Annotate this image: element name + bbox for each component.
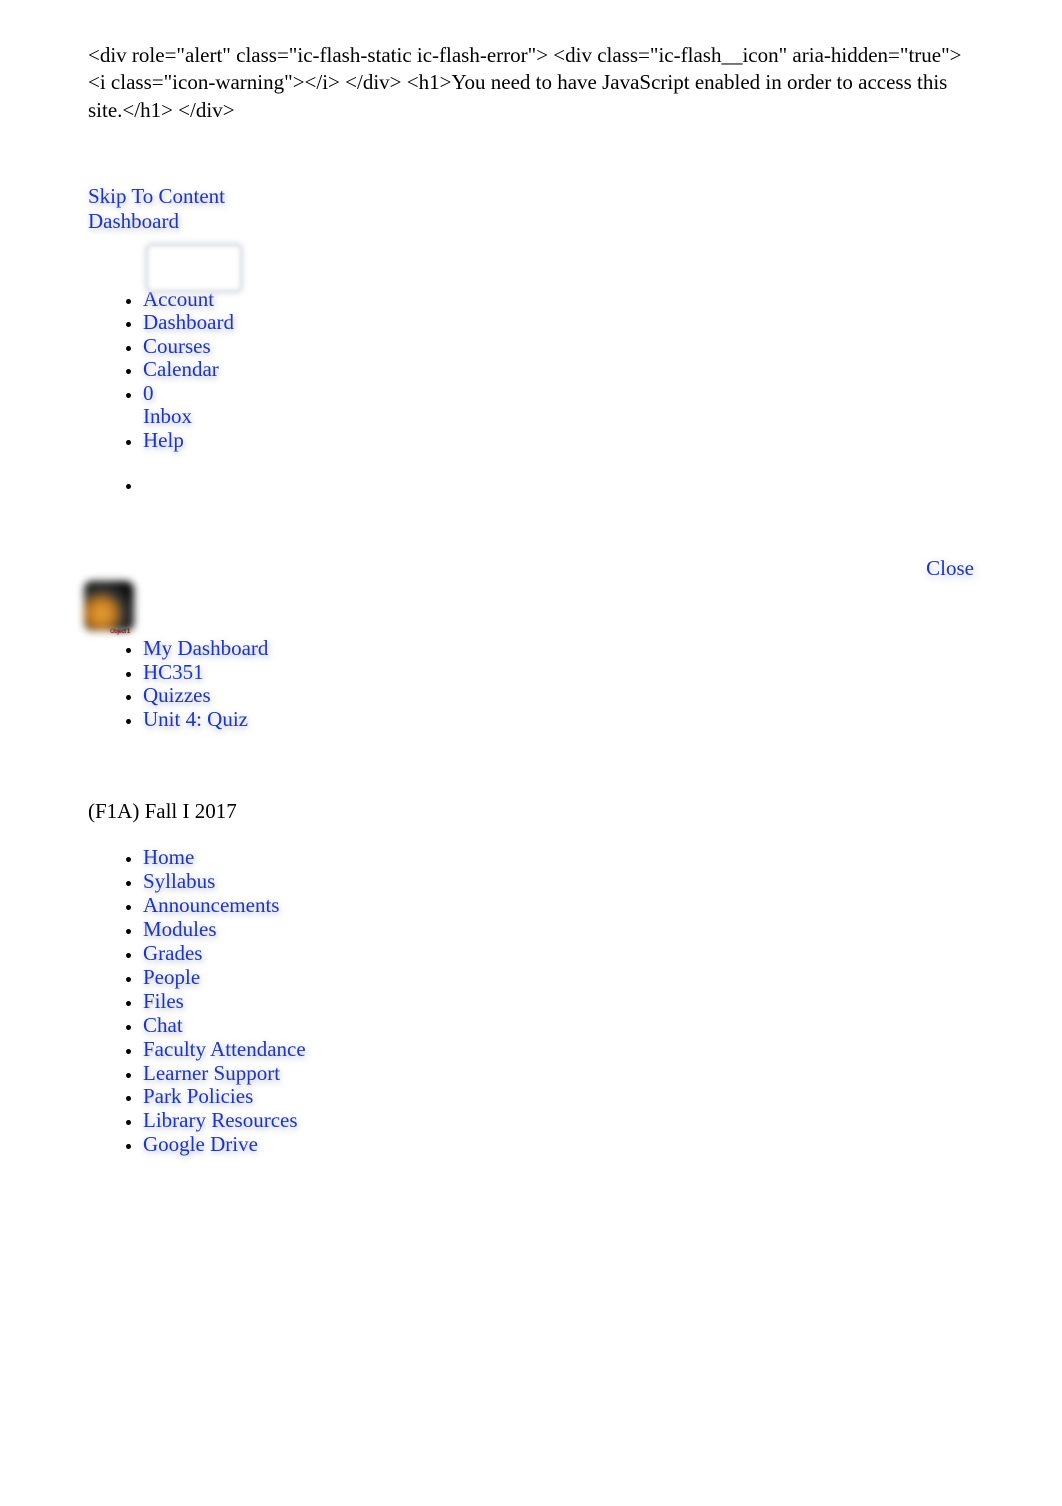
course-nav-item-announcements[interactable]: Announcements: [143, 894, 974, 918]
breadcrumb: My Dashboard HC351 Quizzes Unit 4: Quiz: [88, 637, 974, 731]
grades-link[interactable]: Grades: [143, 941, 202, 965]
course-nav-item-modules[interactable]: Modules: [143, 918, 974, 942]
logo-object-label: Object 1: [110, 629, 974, 635]
course-nav-item-files[interactable]: Files: [143, 990, 974, 1014]
modules-link[interactable]: Modules: [143, 917, 217, 941]
calendar-link[interactable]: Calendar: [143, 357, 219, 381]
quiz-name-link[interactable]: Unit 4: Quiz: [143, 707, 248, 731]
breadcrumb-item-mydashboard[interactable]: My Dashboard: [143, 637, 974, 661]
course-nav-item-learnersupport[interactable]: Learner Support: [143, 1062, 974, 1086]
files-link[interactable]: Files: [143, 989, 184, 1013]
course-nav-list: Home Syllabus Announcements Modules Grad…: [88, 846, 974, 1157]
raw-html-source: <div role="alert" class="ic-flash-static…: [88, 42, 974, 124]
empty-list-item: [143, 473, 974, 497]
empty-nav-list: [88, 473, 974, 497]
course-nav-item-parkpolicies[interactable]: Park Policies: [143, 1085, 974, 1109]
global-nav-item-account[interactable]: Account: [143, 244, 974, 312]
course-nav-item-libraryresources[interactable]: Library Resources: [143, 1109, 974, 1133]
institution-logo-icon: [84, 581, 134, 631]
global-nav-item-help[interactable]: Help: [143, 429, 974, 453]
avatar-placeholder-icon: [146, 244, 242, 292]
home-link[interactable]: Home: [143, 845, 194, 869]
course-code-link[interactable]: HC351: [143, 660, 204, 684]
inbox-count-link[interactable]: 0: [143, 381, 154, 405]
breadcrumb-item-quizzes[interactable]: Quizzes: [143, 684, 974, 708]
course-nav-item-people[interactable]: People: [143, 966, 974, 990]
inbox-link[interactable]: Inbox: [143, 404, 192, 428]
term-label: (F1A) Fall I 2017: [88, 799, 974, 824]
google-drive-link[interactable]: Google Drive: [143, 1132, 258, 1156]
learner-support-link[interactable]: Learner Support: [143, 1061, 280, 1085]
course-nav-item-facultyattendance[interactable]: Faculty Attendance: [143, 1038, 974, 1062]
courses-link[interactable]: Courses: [143, 334, 211, 358]
global-nav-item-dashboard[interactable]: Dashboard: [143, 311, 974, 335]
people-link[interactable]: People: [143, 965, 200, 989]
breadcrumb-item-course[interactable]: HC351: [143, 661, 974, 685]
chat-link[interactable]: Chat: [143, 1013, 183, 1037]
course-nav-item-home[interactable]: Home: [143, 846, 974, 870]
dashboard-link[interactable]: Dashboard: [143, 310, 234, 334]
library-resources-link[interactable]: Library Resources: [143, 1108, 298, 1132]
global-nav-list: Account Dashboard Courses Calendar 0 Inb…: [88, 244, 974, 453]
global-nav-item-calendar[interactable]: Calendar: [143, 358, 974, 382]
park-policies-link[interactable]: Park Policies: [143, 1084, 253, 1108]
global-nav-item-inbox[interactable]: 0 Inbox: [143, 382, 974, 429]
global-nav-item-courses[interactable]: Courses: [143, 335, 974, 359]
announcements-link[interactable]: Announcements: [143, 893, 279, 917]
breadcrumb-item-quizname[interactable]: Unit 4: Quiz: [143, 708, 974, 732]
dashboard-top-link[interactable]: Dashboard: [88, 209, 974, 234]
course-nav-item-chat[interactable]: Chat: [143, 1014, 974, 1038]
close-button[interactable]: Close: [926, 556, 974, 580]
skip-to-content-link[interactable]: Skip To Content: [88, 184, 974, 209]
course-nav-item-syllabus[interactable]: Syllabus: [143, 870, 974, 894]
syllabus-link[interactable]: Syllabus: [143, 869, 215, 893]
faculty-attendance-link[interactable]: Faculty Attendance: [143, 1037, 306, 1061]
help-link[interactable]: Help: [143, 428, 184, 452]
my-dashboard-link[interactable]: My Dashboard: [143, 636, 268, 660]
course-nav-item-grades[interactable]: Grades: [143, 942, 974, 966]
quizzes-link[interactable]: Quizzes: [143, 683, 211, 707]
course-nav-item-googledrive[interactable]: Google Drive: [143, 1133, 974, 1157]
